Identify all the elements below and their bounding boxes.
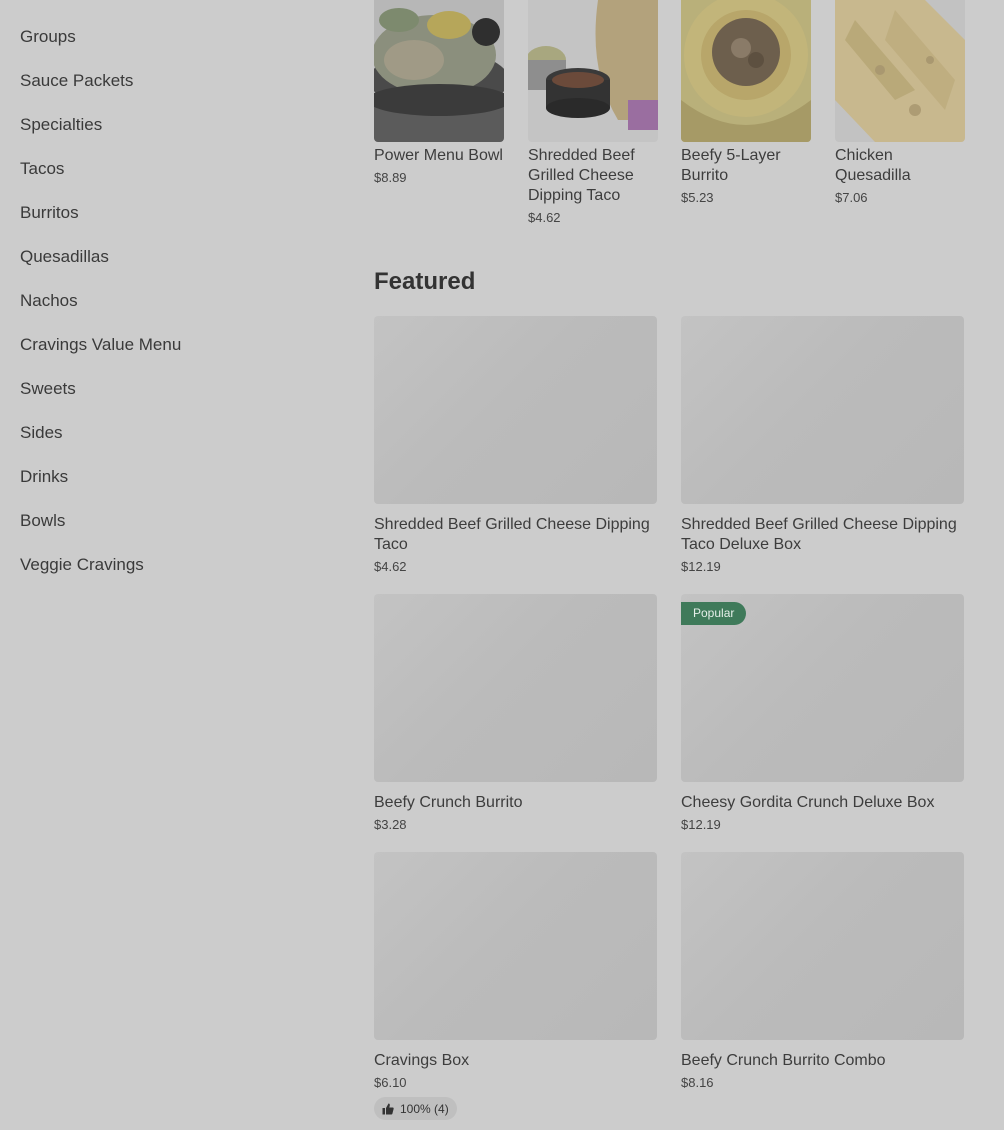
sidebar-item-specialties[interactable]: Specialties xyxy=(20,115,320,159)
featured-card-dipping-taco[interactable]: Shredded Beef Grilled Cheese Dipping Tac… xyxy=(374,316,657,574)
item-image-placeholder xyxy=(374,852,657,1040)
item-price: $4.62 xyxy=(528,210,561,225)
thumbs-up-icon xyxy=(382,1103,394,1114)
popular-badge: Popular xyxy=(681,602,747,625)
sidebar-item-sides[interactable]: Sides xyxy=(20,423,320,467)
item-name: Chicken Quesadilla xyxy=(835,147,911,184)
dipping-taco-photo xyxy=(528,0,658,142)
item-name: Cheesy Gordita Crunch Deluxe Box xyxy=(681,794,935,811)
popular-items-carousel: Power Menu Bowl $8.89 Shredded Beef Gril… xyxy=(374,0,1004,240)
item-price: $12.19 xyxy=(681,559,721,574)
featured-card-cravings-box[interactable]: Cravings Box $6.10 100% (4) xyxy=(374,852,657,1120)
featured-card-beefy-crunch-burrito-combo[interactable]: Beefy Crunch Burrito Combo $8.16 xyxy=(681,852,964,1090)
rating-pill: 100% (4) xyxy=(374,1097,457,1120)
carousel-card-power-menu-bowl[interactable]: Power Menu Bowl $8.89 xyxy=(374,0,504,185)
item-price: $8.16 xyxy=(681,1075,714,1090)
item-image-placeholder xyxy=(681,316,964,504)
quesadilla-photo xyxy=(835,0,965,142)
carousel-fade xyxy=(964,0,1004,240)
item-name: Shredded Beef Grilled Cheese Dipping Tac… xyxy=(374,516,650,553)
item-name: Shredded Beef Grilled Cheese Dipping Tac… xyxy=(528,147,635,204)
featured-card-cheesy-gordita-deluxe-box[interactable]: Popular Cheesy Gordita Crunch Deluxe Box… xyxy=(681,594,964,832)
item-image-placeholder: Popular xyxy=(681,594,964,782)
carousel-card-chicken-quesadilla[interactable]: Chicken Quesadilla $7.06 xyxy=(835,0,965,205)
item-image-placeholder xyxy=(374,594,657,782)
item-name: Shredded Beef Grilled Cheese Dipping Tac… xyxy=(681,516,957,553)
item-name: Cravings Box xyxy=(374,1052,470,1069)
sidebar-item-drinks[interactable]: Drinks xyxy=(20,467,320,511)
sidebar-item-nachos[interactable]: Nachos xyxy=(20,291,320,335)
carousel-card-beefy-5-layer-burrito[interactable]: Beefy 5-Layer Burrito $5.23 xyxy=(681,0,811,205)
category-sidebar: Groups Sauce Packets Specialties Tacos B… xyxy=(20,27,320,599)
item-price: $4.62 xyxy=(374,559,407,574)
item-price: $6.10 xyxy=(374,1075,407,1090)
item-image-placeholder xyxy=(681,852,964,1040)
sidebar-item-veggie-cravings[interactable]: Veggie Cravings xyxy=(20,555,320,599)
carousel-card-dipping-taco[interactable]: Shredded Beef Grilled Cheese Dipping Tac… xyxy=(528,0,658,225)
item-name: Beefy Crunch Burrito Combo xyxy=(681,1052,886,1069)
featured-heading: Featured xyxy=(374,268,476,295)
sidebar-item-groups[interactable]: Groups xyxy=(20,27,320,71)
featured-card-beefy-crunch-burrito[interactable]: Beefy Crunch Burrito $3.28 xyxy=(374,594,657,832)
sidebar-item-tacos[interactable]: Tacos xyxy=(20,159,320,203)
item-price: $3.28 xyxy=(374,817,407,832)
rating-text: 100% (4) xyxy=(400,1101,449,1116)
item-name: Beefy Crunch Burrito xyxy=(374,794,523,811)
item-name: Beefy 5-Layer Burrito xyxy=(681,147,781,184)
sidebar-item-bowls[interactable]: Bowls xyxy=(20,511,320,555)
power-menu-bowl-photo xyxy=(374,0,504,142)
sidebar-item-sweets[interactable]: Sweets xyxy=(20,379,320,423)
item-name: Power Menu Bowl xyxy=(374,147,503,164)
sidebar-item-quesadillas[interactable]: Quesadillas xyxy=(20,247,320,291)
sidebar-item-cravings-value-menu[interactable]: Cravings Value Menu xyxy=(20,335,320,379)
burrito-photo xyxy=(681,0,811,142)
featured-card-dipping-taco-deluxe-box[interactable]: Shredded Beef Grilled Cheese Dipping Tac… xyxy=(681,316,964,574)
sidebar-item-sauce-packets[interactable]: Sauce Packets xyxy=(20,71,320,115)
sidebar-item-burritos[interactable]: Burritos xyxy=(20,203,320,247)
item-image-placeholder xyxy=(374,316,657,504)
item-price: $12.19 xyxy=(681,817,721,832)
item-price: $8.89 xyxy=(374,170,407,185)
item-price: $7.06 xyxy=(835,190,868,205)
item-price: $5.23 xyxy=(681,190,714,205)
